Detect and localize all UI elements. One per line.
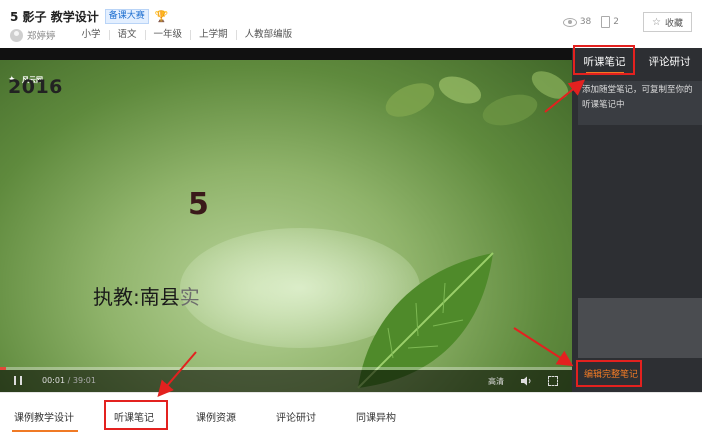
star-icon: ☆ xyxy=(652,16,661,28)
meta-row: 郑婷婷 小学 语文 一年级 上学期 人教部编版 xyxy=(10,28,300,42)
video-controls: 00:01 / 39:01 高清 xyxy=(0,370,572,392)
tab-lesson-resources[interactable]: 课例资源 xyxy=(196,409,236,424)
tab-same-lesson[interactable]: 同课异构 xyxy=(356,409,396,424)
doc-count: 2 xyxy=(601,16,619,28)
stats-group: 38 2 ☆ 收藏 xyxy=(562,12,692,32)
collect-label: 收藏 xyxy=(664,18,683,29)
view-count-value: 38 xyxy=(579,17,592,27)
lesson-number: 5 xyxy=(188,187,209,222)
teacher-fade-text: 实 xyxy=(179,285,200,309)
time-display: 00:01 / 39:01 xyxy=(42,376,96,385)
teacher-main-text: 执教:南县 xyxy=(93,285,180,309)
annotation-box-edit-notes xyxy=(576,360,642,387)
note-hint: 添加随堂笔记，可复制至你的听课笔记中 xyxy=(578,81,702,125)
bottom-active-underline xyxy=(12,430,78,432)
tag-edition[interactable]: 人教部编版 xyxy=(235,30,301,40)
tag-grade-level[interactable]: 小学 xyxy=(68,30,109,40)
annotation-box-notes-tab xyxy=(573,45,635,75)
teacher-caption: 执教:南县实 xyxy=(93,281,200,310)
tab-bottom-comments[interactable]: 评论研讨 xyxy=(276,409,316,424)
tab-lesson-design[interactable]: 课例教学设计 xyxy=(14,409,74,424)
video-year: 2016 xyxy=(8,76,63,98)
author-name[interactable]: 郑婷婷 xyxy=(27,28,56,42)
contest-badge[interactable]: 备课大赛 xyxy=(104,9,149,24)
view-count: 38 xyxy=(562,17,592,27)
note-input[interactable] xyxy=(578,298,702,358)
tag-term[interactable]: 上学期 xyxy=(190,30,236,40)
time-current: 00:01 xyxy=(42,376,66,385)
title-row: 5 影子 教学设计 备课大赛 🏆 xyxy=(10,8,168,25)
doc-count-value: 2 xyxy=(613,17,620,27)
page-header: 5 影子 教学设计 备课大赛 🏆 郑婷婷 小学 语文 一年级 上学期 人教部编版… xyxy=(0,0,702,48)
volume-icon[interactable] xyxy=(520,376,532,386)
bottom-divider xyxy=(0,392,702,393)
quality-button[interactable]: 高清 xyxy=(488,376,504,387)
video-top-strip xyxy=(0,48,572,60)
pause-icon[interactable] xyxy=(14,376,22,385)
collect-button[interactable]: ☆ 收藏 xyxy=(643,12,692,32)
notes-panel: 听课笔记 评论研讨 添加随堂笔记，可复制至你的听课笔记中 xyxy=(572,48,702,392)
tag-grade[interactable]: 一年级 xyxy=(144,30,191,40)
video-player[interactable]: ✦ 风云网 2016 5 执教:南县实 00:01 / 39:01 高清 xyxy=(0,48,572,392)
avatar[interactable] xyxy=(10,28,23,42)
fullscreen-icon[interactable] xyxy=(548,376,558,386)
eye-icon xyxy=(562,17,577,27)
top-leaves-graphic xyxy=(385,71,569,126)
trophy-icon: 🏆 xyxy=(154,10,169,23)
page-title: 5 影子 教学设计 xyxy=(10,10,99,24)
document-icon xyxy=(601,16,611,28)
tag-subject[interactable]: 语文 xyxy=(108,30,145,40)
annotation-box-bottom-notes xyxy=(104,400,168,430)
time-total: / 39:01 xyxy=(67,376,96,385)
tab-comments[interactable]: 评论研讨 xyxy=(637,48,702,76)
